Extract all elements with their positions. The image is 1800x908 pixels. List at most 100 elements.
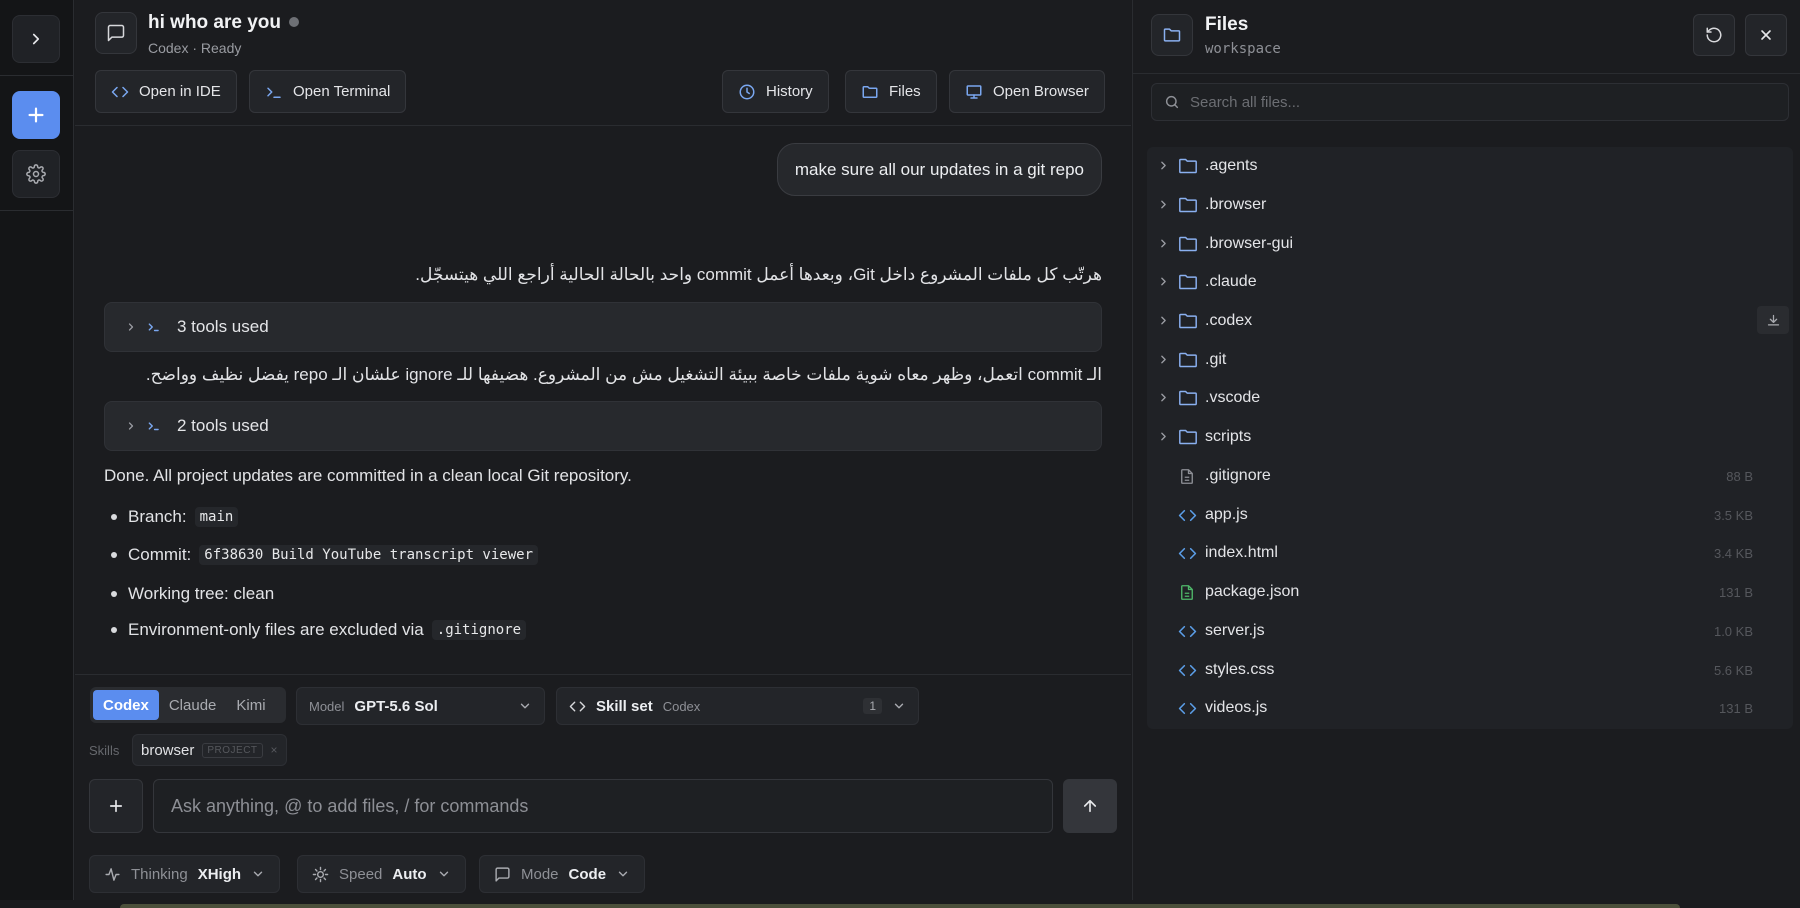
close-files-button[interactable] — [1745, 14, 1787, 56]
summary-bullet-commit: Commit: 6f38630 Build YouTube transcript… — [111, 545, 539, 565]
remove-skill-button[interactable]: × — [271, 743, 278, 757]
monitor-icon — [966, 84, 982, 99]
open-in-ide-label: Open in IDE — [139, 83, 221, 100]
download-folder-button[interactable] — [1757, 306, 1789, 334]
history-button[interactable]: History — [722, 70, 829, 113]
download-icon — [1767, 314, 1779, 325]
search-icon — [1165, 95, 1179, 109]
close-icon — [1761, 30, 1771, 40]
tree-item-browser[interactable]: .browser — [1147, 186, 1793, 224]
tree-item-name: .vscode — [1205, 389, 1261, 406]
left-rail — [0, 0, 74, 908]
chat-title: hi who are you — [148, 12, 282, 33]
model-label: Model — [309, 698, 345, 714]
agent-claude[interactable]: Claude — [159, 690, 227, 720]
tree-item-app-js[interactable]: app.js 3.5 KB — [1147, 496, 1793, 534]
open-terminal-button[interactable]: Open Terminal — [249, 70, 407, 113]
chevron-right-icon — [1161, 393, 1166, 402]
open-browser-label: Open Browser — [993, 83, 1089, 100]
tree-item-name: .claude — [1205, 273, 1257, 290]
expand-sidebar-button[interactable] — [12, 15, 60, 63]
tree-item-browser-gui[interactable]: .browser-gui — [1147, 225, 1793, 263]
tree-item-name: .browser-gui — [1205, 235, 1294, 252]
message-square-icon — [495, 866, 510, 882]
chevron-right-icon — [128, 422, 134, 430]
refresh-icon — [1706, 27, 1722, 43]
tree-item-styles-css[interactable]: styles.css 5.6 KB — [1147, 651, 1793, 689]
files-search-box — [1151, 83, 1789, 121]
skill-name: browser — [141, 741, 195, 759]
model-value: GPT-5.6 Sol — [354, 697, 438, 715]
tree-item-name: scripts — [1205, 428, 1252, 445]
tree-item-size: 131 B — [1719, 584, 1753, 600]
code-icon — [1178, 702, 1197, 715]
tree-item-git[interactable]: .git — [1147, 341, 1793, 379]
speed-select[interactable]: Speed Auto — [297, 855, 466, 893]
plus-icon — [28, 107, 44, 123]
tree-item-package-json[interactable]: package.json 131 B — [1147, 573, 1793, 611]
open-in-ide-button[interactable]: Open in IDE — [95, 70, 237, 113]
prompt-input[interactable] — [153, 779, 1053, 833]
send-button[interactable] — [1063, 779, 1117, 833]
arrow-up-icon — [1083, 799, 1097, 813]
assistant-message-1: هرتّب كل ملفات المشروع داخل Git، وبعدها … — [415, 265, 1102, 284]
tree-item-vscode[interactable]: .vscode — [1147, 379, 1793, 417]
tree-item-gitignore[interactable]: .gitignore 88 B — [1147, 457, 1793, 495]
code-icon — [1178, 547, 1197, 560]
files-search-input[interactable] — [1190, 93, 1788, 111]
activity-icon — [105, 867, 120, 881]
user-message: make sure all our updates in a git repo — [776, 143, 1102, 196]
rail-divider — [0, 75, 74, 76]
open-browser-button[interactable]: Open Browser — [949, 70, 1105, 113]
tree-item-size: 3.5 KB — [1713, 507, 1753, 523]
folder-icon — [1179, 236, 1197, 252]
tree-item-name: index.html — [1205, 544, 1278, 561]
code-icon — [1178, 664, 1197, 677]
terminal-icon — [148, 323, 159, 332]
tree-item-index-html[interactable]: index.html 3.4 KB — [1147, 534, 1793, 572]
cpu-icon — [312, 866, 329, 882]
folder-icon — [1179, 313, 1197, 329]
chevron-down-icon — [894, 703, 904, 709]
tree-item-scripts[interactable]: scripts — [1147, 418, 1793, 456]
tree-item-agents[interactable]: .agents — [1147, 147, 1793, 185]
chevron-down-icon — [618, 871, 628, 877]
assistant-summary: Done. All project updates are committed … — [104, 466, 632, 485]
summary-bullet-branch: Branch: main — [111, 507, 239, 527]
model-select[interactable]: Model GPT-5.6 Sol — [296, 687, 545, 725]
tools-used-toggle-2[interactable]: 2 tools used — [104, 401, 1102, 451]
skill-scope-tag: PROJECT — [202, 742, 263, 758]
settings-button[interactable] — [12, 150, 60, 198]
gear-icon — [26, 164, 46, 184]
thinking-select[interactable]: Thinking XHigh — [89, 855, 281, 893]
chevron-right-icon — [1161, 316, 1166, 325]
tools-used-toggle-1[interactable]: 3 tools used — [104, 302, 1102, 352]
files-button[interactable]: Files — [845, 70, 937, 113]
agent-selector: Codex Claude Kimi — [90, 687, 286, 723]
chevron-right-icon — [1161, 239, 1166, 248]
tree-item-videos-js[interactable]: videos.js 131 B — [1147, 689, 1793, 727]
mode-select[interactable]: Mode Code — [479, 855, 646, 893]
tree-item-codex[interactable]: .codex — [1147, 302, 1793, 340]
skillset-select[interactable]: Skill set Codex 1 — [556, 687, 919, 725]
terminal-icon — [148, 422, 159, 431]
env-value: .gitignore — [431, 620, 527, 640]
refresh-files-button[interactable] — [1693, 14, 1735, 56]
tree-item-claude[interactable]: .claude — [1147, 263, 1793, 301]
chevron-down-icon — [439, 871, 448, 877]
code-icon — [111, 86, 129, 97]
agent-codex[interactable]: Codex — [93, 690, 159, 720]
tree-item-server-js[interactable]: server.js 1.0 KB — [1147, 612, 1793, 650]
tree-item-name: styles.css — [1205, 661, 1275, 678]
tree-item-name: .agents — [1205, 157, 1258, 174]
attach-button[interactable] — [89, 779, 143, 833]
chevron-right-icon — [1161, 432, 1166, 441]
file-tree: .agents .browser .browser-gui .claude .c… — [1147, 147, 1793, 729]
status-dot — [289, 17, 299, 27]
new-chat-button[interactable] — [12, 91, 60, 139]
tree-item-name: .browser — [1205, 196, 1267, 213]
tree-item-size: 131 B — [1719, 700, 1753, 716]
skillset-value: Codex — [662, 698, 701, 714]
agent-kimi[interactable]: Kimi — [226, 690, 275, 720]
skillset-count-badge: 1 — [863, 698, 882, 714]
